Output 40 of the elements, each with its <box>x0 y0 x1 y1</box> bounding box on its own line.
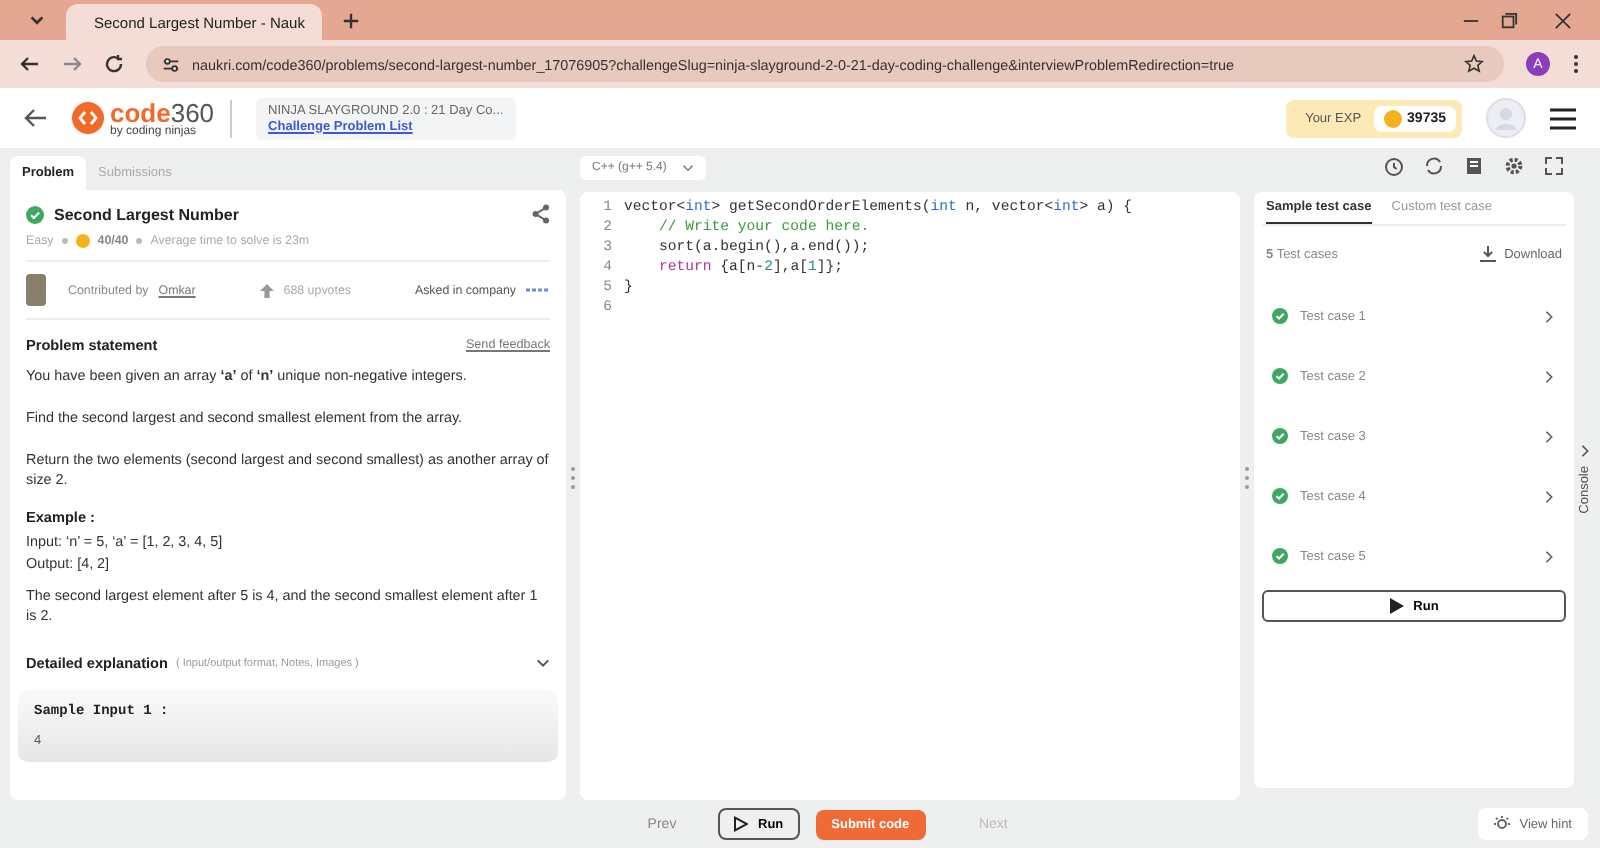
chevron-right-icon <box>1544 549 1554 563</box>
chevron-right-icon <box>1544 369 1554 383</box>
restore-icon[interactable] <box>1500 11 1518 29</box>
forward-icon[interactable] <box>62 54 82 74</box>
resize-handle-icon[interactable] <box>1244 466 1250 490</box>
star-icon[interactable] <box>1464 54 1484 74</box>
problem-title: Second Largest Number <box>54 205 239 223</box>
play-icon <box>1389 598 1404 614</box>
separator-dot-icon <box>136 238 143 244</box>
fullscreen-icon[interactable] <box>1544 156 1564 176</box>
menu-icon[interactable] <box>1550 107 1576 129</box>
separator-dot-icon <box>61 238 68 244</box>
lightbulb-icon <box>1493 816 1510 832</box>
chevron-right-icon <box>1544 429 1554 443</box>
refresh-icon[interactable] <box>1424 156 1444 176</box>
caret-icon <box>682 164 695 172</box>
chevron-right-icon <box>1579 443 1589 458</box>
more-icon[interactable] <box>1572 54 1580 74</box>
new-tab-icon[interactable] <box>342 11 360 29</box>
site-settings-icon[interactable] <box>162 55 180 73</box>
chevron-right-icon <box>1544 309 1554 323</box>
share-icon[interactable] <box>532 204 550 224</box>
timer-icon[interactable] <box>1384 156 1404 176</box>
chevron-right-icon <box>1544 489 1554 503</box>
close-icon[interactable] <box>1554 11 1572 29</box>
download-icon <box>1480 246 1497 262</box>
photo-placeholder <box>26 274 46 306</box>
back-icon[interactable] <box>24 108 48 128</box>
logo-text: code360 <box>110 99 215 125</box>
reload-icon[interactable] <box>104 54 124 74</box>
logo-icon <box>72 102 104 134</box>
settings-icon[interactable] <box>1504 156 1524 176</box>
company-logo-icon <box>526 286 550 294</box>
coin-icon <box>75 234 90 248</box>
play-icon <box>734 816 748 832</box>
coin-icon <box>1383 109 1402 127</box>
resize-handle-icon[interactable] <box>570 466 576 490</box>
upvote-icon <box>259 283 274 297</box>
back-icon[interactable] <box>20 54 40 74</box>
notes-icon[interactable] <box>1464 156 1484 176</box>
